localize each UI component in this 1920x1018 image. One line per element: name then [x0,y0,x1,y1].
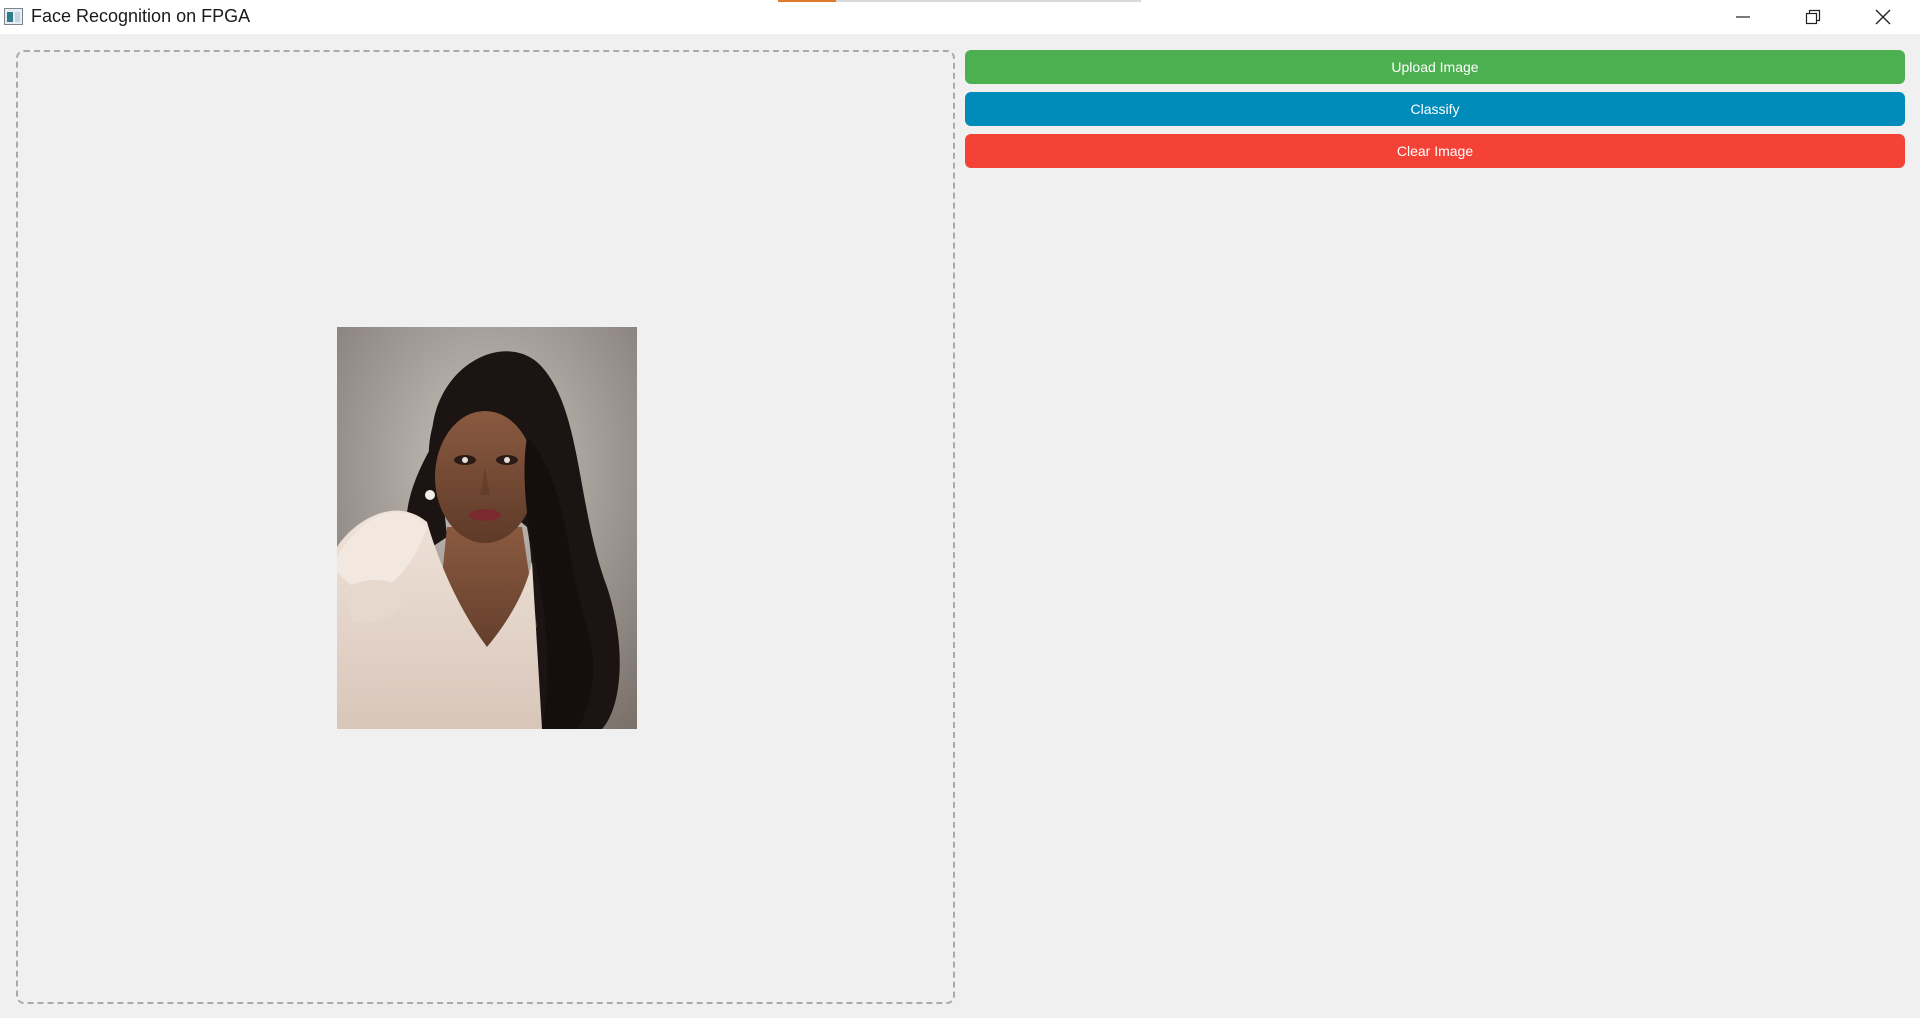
restore-button[interactable] [1780,0,1846,34]
upload-image-button[interactable]: Upload Image [965,50,1905,84]
minimize-button[interactable] [1710,0,1776,34]
top-progress-bar [778,0,1141,2]
title-bar: Face Recognition on FPGA [0,0,1920,34]
top-progress-fill [778,0,837,2]
uploaded-portrait-image [337,327,637,729]
image-drop-zone[interactable] [16,50,955,1004]
restore-icon [1805,9,1821,25]
window-title: Face Recognition on FPGA [31,6,251,26]
classify-button[interactable]: Classify [965,92,1905,126]
close-button[interactable] [1850,0,1916,34]
app-window-icon [4,8,23,25]
minimize-icon [1736,16,1750,18]
close-icon [1875,9,1891,25]
clear-image-button[interactable]: Clear Image [965,134,1905,168]
